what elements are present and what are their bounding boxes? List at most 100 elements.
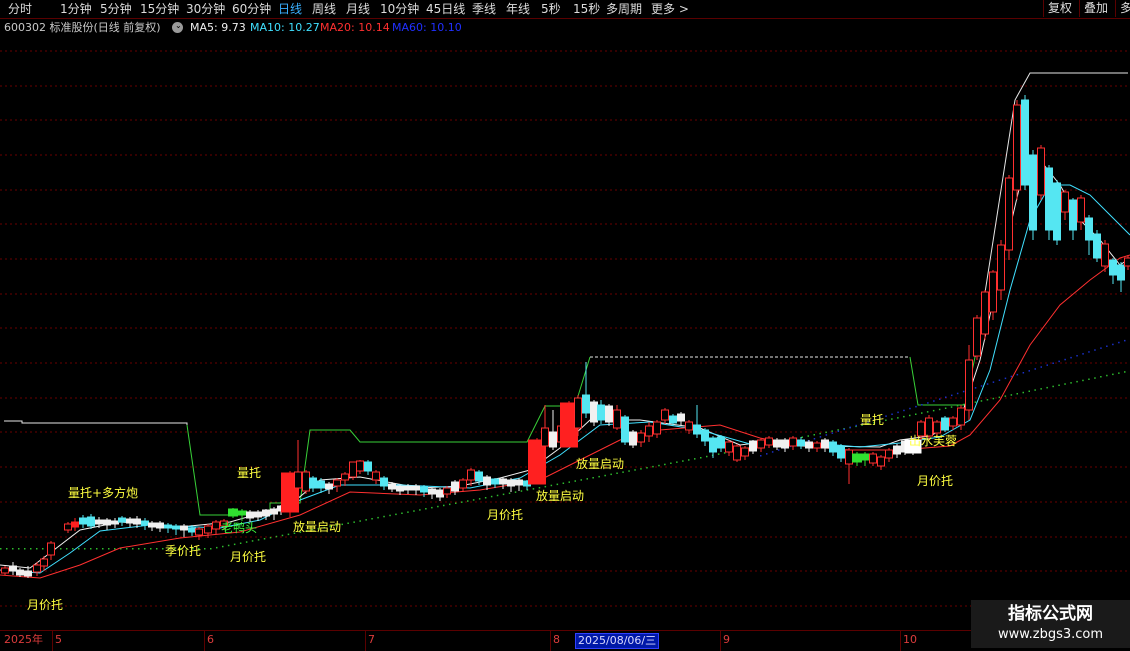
dot-line-green xyxy=(891,418,893,420)
dot-line-green xyxy=(915,414,917,416)
annotation-label: 量托+多方炮 xyxy=(68,485,138,500)
dot-line-green xyxy=(1106,375,1108,377)
dot-line-green xyxy=(837,429,839,431)
period-tab-30min[interactable]: 30分钟 xyxy=(186,1,225,17)
ma5-line xyxy=(0,160,1130,568)
candle-body xyxy=(894,446,901,454)
adjust-rights-button[interactable]: 复权 xyxy=(1043,0,1076,17)
candle-body xyxy=(758,440,765,448)
dot-line-blue xyxy=(903,410,905,412)
candle-body xyxy=(870,454,877,463)
candle-body xyxy=(838,446,845,458)
dot-line-green xyxy=(276,536,278,538)
dot-line-green xyxy=(1052,386,1054,388)
dot-line-green xyxy=(819,433,821,435)
period-tab-5sec[interactable]: 5秒 xyxy=(541,1,561,17)
period-tab-multi[interactable]: 多周期 xyxy=(606,1,642,17)
overlay-button[interactable]: 叠加 xyxy=(1079,0,1112,17)
period-tab-year[interactable]: 年线 xyxy=(506,1,530,17)
candle-body xyxy=(726,442,733,452)
dot-line-green xyxy=(598,476,600,478)
period-tab-15sec[interactable]: 15秒 xyxy=(573,1,600,17)
period-tab-weekly[interactable]: 周线 xyxy=(312,1,336,17)
candle-body xyxy=(1110,260,1117,275)
period-tab-60min[interactable]: 60分钟 xyxy=(232,1,271,17)
period-tab-intraday[interactable]: 分时 xyxy=(8,1,32,17)
candle-body xyxy=(149,523,156,527)
dot-line-green xyxy=(156,548,158,550)
candle-body xyxy=(255,512,262,517)
period-tab-10min[interactable]: 10分钟 xyxy=(380,1,419,17)
dot-line-green xyxy=(551,485,553,487)
dot-line-green xyxy=(927,411,929,413)
up-candle xyxy=(65,522,72,533)
dot-line-green xyxy=(359,520,361,522)
dot-line-green xyxy=(1094,377,1096,379)
green-signal-candle xyxy=(861,452,870,466)
dot-line-blue xyxy=(981,385,983,387)
period-tab-5min[interactable]: 5分钟 xyxy=(100,1,132,17)
annotation-label: 老鸭头 xyxy=(221,521,257,535)
down-candle xyxy=(1086,215,1093,255)
up-candle xyxy=(1014,100,1021,200)
candle-body xyxy=(583,395,590,413)
dot-line-green xyxy=(24,548,26,550)
dot-line-blue xyxy=(814,438,816,440)
doji-candle xyxy=(591,400,598,426)
dot-line-green xyxy=(563,483,565,485)
candle-body xyxy=(508,480,515,486)
dot-line-green xyxy=(1023,392,1025,394)
dot-line-blue xyxy=(1035,368,1037,370)
dot-line-green xyxy=(114,548,116,550)
down-candle xyxy=(173,524,180,535)
annotation-label: 出水芙蓉 xyxy=(909,434,957,448)
dot-line-blue xyxy=(1100,347,1102,349)
period-tab-1min[interactable]: 1分钟 xyxy=(60,1,92,17)
kline-chart[interactable]: 量托+多方炮月价托季价托月价托老鸭头量托放量启动月价托放量启动放量启动量托出水芙… xyxy=(0,37,1130,630)
dot-line-green xyxy=(808,435,810,437)
up-candle xyxy=(303,470,310,494)
settings-circle-icon[interactable]: ⌄ xyxy=(172,22,183,33)
candle-body xyxy=(766,438,773,445)
dot-line-green xyxy=(831,430,833,432)
dot-line-blue xyxy=(957,393,959,395)
axis-separator xyxy=(365,631,366,651)
dot-line-green xyxy=(993,398,995,400)
period-tab-monthly[interactable]: 月线 xyxy=(346,1,370,17)
doji-candle xyxy=(429,488,436,499)
dot-line-green xyxy=(443,505,445,507)
dot-line-green xyxy=(515,491,517,493)
annotation-label: 月价托 xyxy=(487,508,523,522)
candle-body xyxy=(134,519,141,524)
green-signal-candle xyxy=(229,508,238,518)
period-tab-45day[interactable]: 45日线 xyxy=(426,1,465,17)
dot-line-green xyxy=(545,486,547,488)
dot-line-green xyxy=(413,510,415,512)
candle-body xyxy=(460,480,467,488)
dot-line-green xyxy=(204,548,206,550)
dot-line-green xyxy=(383,516,385,518)
dot-line-blue xyxy=(891,414,893,416)
up-candle xyxy=(350,462,357,480)
dot-line-green xyxy=(288,534,290,536)
candle-body xyxy=(998,245,1005,290)
up-candle xyxy=(1038,145,1045,200)
multi-button[interactable]: 多 xyxy=(1115,0,1130,17)
axis-month: 9 xyxy=(723,633,730,647)
doji-candle xyxy=(550,410,557,450)
dot-line-green xyxy=(389,515,391,517)
doji-candle xyxy=(508,478,515,492)
candle-body xyxy=(189,528,196,532)
up-candle xyxy=(646,422,653,442)
doji-candle xyxy=(17,568,24,577)
candle-body xyxy=(1070,200,1077,230)
dot-line-green xyxy=(455,503,457,505)
dot-line-green xyxy=(933,410,935,412)
period-tab-daily[interactable]: 日线 xyxy=(278,1,302,17)
dot-line-green xyxy=(587,478,589,480)
period-tab-quarter[interactable]: 季线 xyxy=(472,1,496,17)
period-tab-15min[interactable]: 15分钟 xyxy=(140,1,179,17)
more-periods-button[interactable]: 更多 > xyxy=(651,1,689,17)
dot-line-blue xyxy=(1041,366,1043,368)
dot-line-green xyxy=(700,457,702,459)
